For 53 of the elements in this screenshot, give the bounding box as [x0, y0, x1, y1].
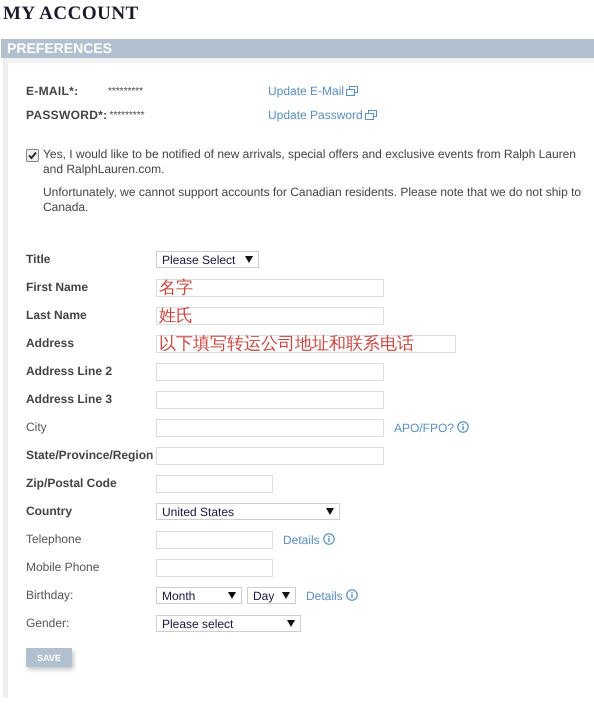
popup-icon [346, 86, 358, 96]
credential-label: E-MAIL*: [26, 84, 80, 98]
input-field[interactable] [156, 475, 273, 493]
dropdown[interactable]: Please Select [156, 251, 259, 268]
input-field[interactable] [156, 447, 384, 465]
masked-value: ********* [108, 86, 144, 96]
dropdown[interactable]: Month [156, 587, 242, 604]
input-field[interactable]: 以下填写转运公司地址和联系电话 [156, 335, 456, 353]
field-label: Telephone [26, 531, 82, 546]
dropdown[interactable]: Please select [156, 615, 301, 632]
input-field[interactable] [156, 419, 384, 437]
input-field[interactable] [156, 531, 273, 549]
dropdown[interactable]: United States [156, 503, 340, 520]
field-label: Address Line 3 [26, 391, 114, 406]
caret-icon [287, 620, 295, 627]
update-link[interactable]: Update Password [268, 108, 377, 122]
dropdown[interactable]: Day [247, 587, 296, 604]
section-header: PREFERENCES [1, 39, 594, 58]
update-link[interactable]: Update E-Mail [268, 84, 358, 98]
newsletter-checkbox[interactable] [26, 149, 39, 162]
field-label: Mobile Phone [26, 559, 100, 574]
caret-icon [228, 592, 236, 599]
input-field[interactable]: 姓氏 [156, 307, 384, 325]
info-icon [457, 421, 470, 433]
field-label: Title [26, 251, 52, 266]
info-link[interactable]: APO/FPO? [394, 419, 470, 435]
input-field[interactable] [156, 559, 273, 577]
caret-icon [326, 508, 334, 515]
field-label: Address Line 2 [26, 363, 114, 378]
field-label: Birthday: [26, 587, 74, 602]
canada-note: Unfortunately, we cannot support accounts for Canadian residents. Please note that we do not ship to Canada. [43, 185, 582, 215]
info-icon [346, 589, 358, 601]
info-icon [322, 533, 335, 545]
field-label: Gender: [26, 615, 70, 630]
masked-value: ********* [109, 110, 144, 120]
field-label: First Name [26, 279, 90, 294]
field-label: Address [26, 335, 76, 350]
field-label: Zip/Postal Code [26, 475, 118, 490]
info-link[interactable]: Details [283, 531, 335, 547]
popup-icon [364, 110, 377, 120]
field-label: Last Name [26, 307, 88, 322]
input-field[interactable]: 名字 [156, 279, 384, 297]
field-label: City [26, 419, 48, 434]
page-title: MY ACCOUNT [2, 2, 140, 26]
input-field[interactable] [156, 391, 384, 409]
caret-icon [282, 592, 290, 599]
caret-icon [245, 256, 253, 263]
input-field[interactable] [156, 363, 384, 381]
field-label: State/Province/Region [26, 447, 154, 462]
info-link[interactable]: Details [306, 587, 358, 603]
newsletter-text: Yes, I would like to be notified of new arrivals, special offers and exclusive events from Ralph Lauren and RalphLauren.com. [43, 147, 577, 177]
credential-label: PASSWORD*: [26, 108, 108, 122]
field-label: Country [26, 503, 73, 518]
